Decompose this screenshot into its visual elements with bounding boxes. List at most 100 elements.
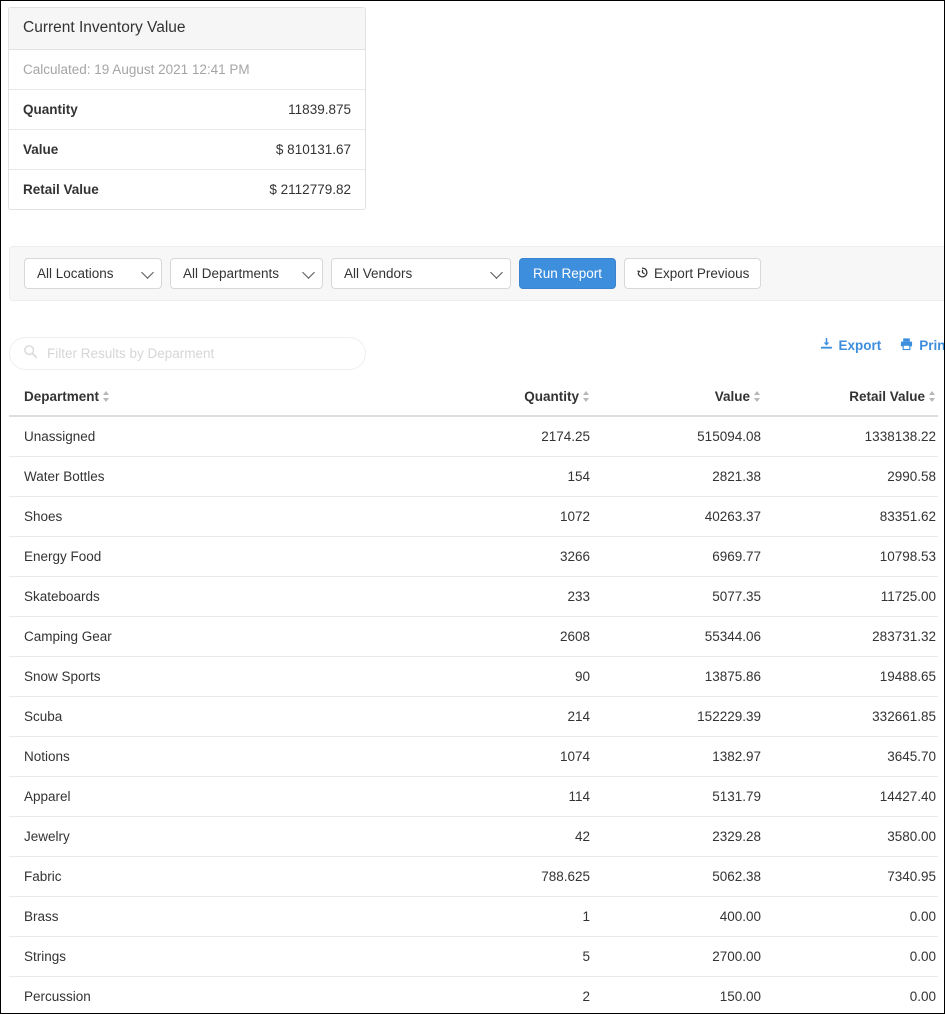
cell-value: 40263.37 bbox=[590, 497, 761, 537]
summary-row-retail-value: Retail Value $ 2112779.82 bbox=[9, 170, 365, 209]
export-button[interactable]: Export bbox=[820, 337, 881, 354]
cell-quantity: 788.625 bbox=[440, 857, 590, 897]
cell-department: Brass bbox=[9, 897, 440, 937]
cell-department: Jewelry bbox=[9, 817, 440, 857]
cell-department: Camping Gear bbox=[9, 617, 440, 657]
table-row[interactable]: Unassigned2174.25515094.081338138.22 bbox=[9, 416, 938, 457]
cell-retail_value: 0.00 bbox=[761, 977, 938, 1014]
cell-value: 2329.28 bbox=[590, 817, 761, 857]
cell-value: 152229.39 bbox=[590, 697, 761, 737]
summary-value-retail-value: $ 2112779.82 bbox=[269, 182, 351, 197]
search-placeholder: Filter Results by Deparment bbox=[47, 346, 214, 361]
cell-retail_value: 332661.85 bbox=[761, 697, 938, 737]
download-icon bbox=[820, 337, 833, 354]
department-select[interactable]: All Departments bbox=[170, 258, 323, 289]
department-select-value: All Departments bbox=[183, 266, 279, 281]
vendor-select[interactable]: All Vendors bbox=[331, 258, 511, 289]
table-row[interactable]: Skateboards2335077.3511725.00 bbox=[9, 577, 938, 617]
cell-value: 400.00 bbox=[590, 897, 761, 937]
chevron-down-icon bbox=[490, 266, 503, 279]
table-row[interactable]: Percussion2150.000.00 bbox=[9, 977, 938, 1014]
vendor-select-value: All Vendors bbox=[344, 266, 412, 281]
cell-retail_value: 19488.65 bbox=[761, 657, 938, 697]
cell-retail_value: 83351.62 bbox=[761, 497, 938, 537]
cell-value: 2700.00 bbox=[590, 937, 761, 977]
print-label: Print bbox=[919, 338, 944, 353]
table-row[interactable]: Camping Gear260855344.06283731.32 bbox=[9, 617, 938, 657]
cell-retail_value: 3580.00 bbox=[761, 817, 938, 857]
cell-quantity: 1 bbox=[440, 897, 590, 937]
cell-value: 515094.08 bbox=[590, 416, 761, 457]
location-select-value: All Locations bbox=[37, 266, 114, 281]
run-report-button[interactable]: Run Report bbox=[519, 258, 616, 289]
sort-icon[interactable] bbox=[754, 390, 761, 403]
cell-retail_value: 0.00 bbox=[761, 937, 938, 977]
sort-icon[interactable] bbox=[103, 390, 110, 403]
cell-retail_value: 10798.53 bbox=[761, 537, 938, 577]
print-button[interactable]: Print bbox=[899, 337, 944, 354]
summary-label-quantity: Quantity bbox=[23, 102, 78, 117]
search-input[interactable]: Filter Results by Deparment bbox=[9, 337, 366, 370]
report-page: Current Inventory Value Calculated: 19 A… bbox=[1, 1, 944, 1013]
location-select[interactable]: All Locations bbox=[24, 258, 162, 289]
summary-label-retail-value: Retail Value bbox=[23, 182, 99, 197]
table-row[interactable]: Notions10741382.973645.70 bbox=[9, 737, 938, 777]
column-header-quantity[interactable]: Quantity bbox=[440, 389, 590, 416]
cell-department: Skateboards bbox=[9, 577, 440, 617]
column-header-value[interactable]: Value bbox=[590, 389, 761, 416]
export-previous-label: Export Previous bbox=[654, 266, 749, 281]
cell-department: Scuba bbox=[9, 697, 440, 737]
cell-quantity: 3266 bbox=[440, 537, 590, 577]
cell-quantity: 114 bbox=[440, 777, 590, 817]
cell-quantity: 1074 bbox=[440, 737, 590, 777]
table-row[interactable]: Water Bottles1542821.382990.58 bbox=[9, 457, 938, 497]
cell-retail_value: 3645.70 bbox=[761, 737, 938, 777]
inventory-table: Department Quantity Value bbox=[9, 389, 938, 1013]
table-row[interactable]: Jewelry422329.283580.00 bbox=[9, 817, 938, 857]
cell-quantity: 1072 bbox=[440, 497, 590, 537]
summary-calculated-timestamp: Calculated: 19 August 2021 12:41 PM bbox=[9, 50, 365, 90]
cell-value: 5131.79 bbox=[590, 777, 761, 817]
chevron-down-icon bbox=[141, 266, 154, 279]
column-header-retail-value-label: Retail Value bbox=[849, 389, 925, 404]
table-row[interactable]: Apparel1145131.7914427.40 bbox=[9, 777, 938, 817]
cell-department: Energy Food bbox=[9, 537, 440, 577]
table-row[interactable]: Scuba214152229.39332661.85 bbox=[9, 697, 938, 737]
table-row[interactable]: Energy Food32666969.7710798.53 bbox=[9, 537, 938, 577]
filter-panel: All Locations All Departments All Vendor… bbox=[9, 246, 944, 301]
export-label: Export bbox=[838, 338, 881, 353]
cell-value: 13875.86 bbox=[590, 657, 761, 697]
summary-row-quantity: Quantity 11839.875 bbox=[9, 90, 365, 130]
column-header-retail-value[interactable]: Retail Value bbox=[761, 389, 938, 416]
cell-department: Percussion bbox=[9, 977, 440, 1014]
table-row[interactable]: Shoes107240263.3783351.62 bbox=[9, 497, 938, 537]
sort-icon[interactable] bbox=[583, 390, 590, 403]
table-row[interactable]: Snow Sports9013875.8619488.65 bbox=[9, 657, 938, 697]
search-icon bbox=[23, 344, 38, 364]
cell-retail_value: 14427.40 bbox=[761, 777, 938, 817]
summary-card-title: Current Inventory Value bbox=[9, 8, 365, 50]
cell-quantity: 2174.25 bbox=[440, 416, 590, 457]
table-actions: Export Print bbox=[820, 337, 944, 354]
cell-department: Strings bbox=[9, 937, 440, 977]
chevron-down-icon bbox=[302, 266, 315, 279]
table-body: Unassigned2174.25515094.081338138.22Wate… bbox=[9, 416, 938, 1013]
cell-quantity: 233 bbox=[440, 577, 590, 617]
cell-retail_value: 7340.95 bbox=[761, 857, 938, 897]
cell-quantity: 214 bbox=[440, 697, 590, 737]
table-row[interactable]: Strings52700.000.00 bbox=[9, 937, 938, 977]
cell-retail_value: 283731.32 bbox=[761, 617, 938, 657]
export-previous-button[interactable]: Export Previous bbox=[624, 258, 761, 289]
sort-icon[interactable] bbox=[929, 390, 936, 403]
cell-retail_value: 1338138.22 bbox=[761, 416, 938, 457]
cell-department: Unassigned bbox=[9, 416, 440, 457]
cell-value: 6969.77 bbox=[590, 537, 761, 577]
cell-quantity: 42 bbox=[440, 817, 590, 857]
table-row[interactable]: Fabric788.6255062.387340.95 bbox=[9, 857, 938, 897]
table-row[interactable]: Brass1400.000.00 bbox=[9, 897, 938, 937]
cell-value: 1382.97 bbox=[590, 737, 761, 777]
cell-department: Fabric bbox=[9, 857, 440, 897]
column-header-department[interactable]: Department bbox=[9, 389, 440, 416]
cell-retail_value: 0.00 bbox=[761, 897, 938, 937]
cell-value: 150.00 bbox=[590, 977, 761, 1014]
